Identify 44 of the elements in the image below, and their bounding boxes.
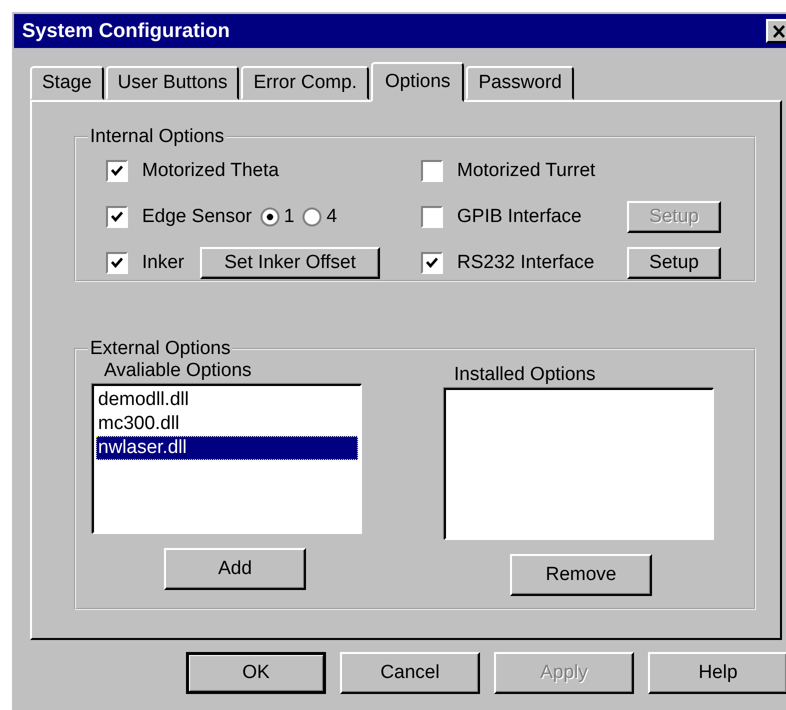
checkbox-label[interactable]: RS232 Interface: [457, 252, 594, 274]
radio-label[interactable]: 1: [284, 206, 294, 228]
checkmark-icon: [110, 164, 124, 178]
dialog-button[interactable]: Cancel: [340, 652, 480, 694]
group-title: Internal Options: [89, 126, 226, 148]
list-box[interactable]: [444, 388, 714, 540]
tab[interactable]: Password: [466, 66, 574, 100]
tab[interactable]: User Buttons: [106, 66, 240, 100]
setup-button[interactable]: Setup: [627, 247, 721, 279]
radio-label[interactable]: 4: [326, 206, 338, 228]
close-icon: [772, 24, 786, 38]
group-title: External Options: [89, 338, 232, 360]
tab[interactable]: Stage: [30, 66, 104, 100]
checkmark-icon: [425, 256, 439, 270]
list-box[interactable]: demodll.dll mc300.dll nwlaser.dll: [92, 384, 362, 534]
radio-button[interactable]: [302, 207, 322, 227]
list-item[interactable]: demodll.dll: [96, 388, 358, 412]
checkbox[interactable]: [106, 206, 128, 228]
checkbox-label[interactable]: Edge Sensor: [142, 206, 252, 228]
set-inker-offset-button[interactable]: Set Inker Offset: [200, 247, 380, 279]
checkbox-label[interactable]: Motorized Theta: [142, 160, 279, 182]
dialog-button[interactable]: OK: [186, 652, 326, 694]
checkbox[interactable]: [106, 160, 128, 182]
checkbox[interactable]: [106, 252, 128, 274]
checkbox[interactable]: [421, 160, 443, 182]
window-title: System Configuration: [22, 20, 230, 42]
checkbox-label[interactable]: Motorized Turret: [457, 160, 596, 182]
tab[interactable]: Options: [370, 62, 464, 102]
checkbox-label[interactable]: GPIB Interface: [457, 206, 582, 228]
radio-button[interactable]: [260, 207, 280, 227]
add-button[interactable]: Add: [164, 548, 306, 590]
checkbox-label[interactable]: Inker: [142, 252, 184, 274]
checkmark-icon: [110, 256, 124, 270]
list-item[interactable]: nwlaser.dll: [96, 436, 358, 460]
list-label: Installed Options: [453, 364, 597, 387]
list-label: Avaliable Options: [103, 360, 253, 383]
list-item[interactable]: mc300.dll: [96, 412, 358, 436]
checkbox[interactable]: [421, 206, 443, 228]
tab[interactable]: Error Comp.: [241, 66, 369, 100]
checkbox[interactable]: [421, 252, 443, 274]
dialog-button[interactable]: Help: [648, 652, 786, 694]
remove-button[interactable]: Remove: [510, 554, 652, 596]
close-button[interactable]: [766, 19, 786, 43]
checkmark-icon: [110, 210, 124, 224]
